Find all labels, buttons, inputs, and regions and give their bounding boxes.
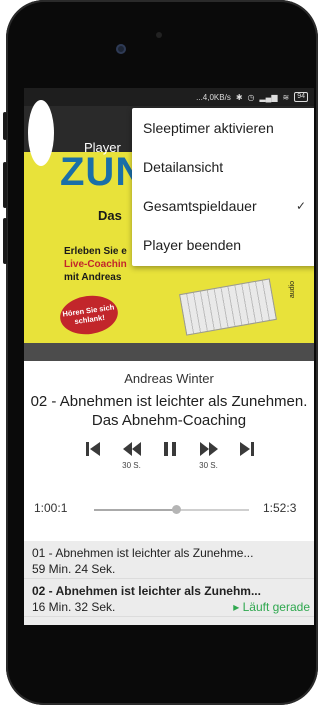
- cover-vertical-label: audio: [289, 280, 297, 299]
- menu-item-label: Gesamtspieldauer: [143, 197, 257, 214]
- cover-text-line: mit Andreas: [64, 272, 122, 283]
- divider-band: [24, 343, 314, 361]
- track-info: Andreas Winter 02 - Abnehmen ist leichte…: [24, 361, 314, 430]
- fast-forward-icon: [199, 442, 218, 456]
- playlist-item[interactable]: 01 - Abnehmen ist leichter als Zunehme..…: [24, 541, 314, 579]
- status-bar: ...4,0KB/s ✱ ◷ ▂▄▆ ≋ 94: [24, 88, 314, 106]
- cover-subtitle: Das: [98, 208, 122, 223]
- overflow-menu: Sleeptimer aktivieren Detailansicht Gesa…: [132, 108, 314, 266]
- previous-button[interactable]: [80, 439, 106, 479]
- playlist-item-active[interactable]: 02 - Abnehmen ist leichter als Zunehm...…: [24, 579, 314, 617]
- menu-item-gesamtspieldauer[interactable]: Gesamtspieldauer ✓: [132, 186, 314, 225]
- cover-text-line: Erleben Sie e: [64, 246, 127, 257]
- playback-controls: 30 S. 30 S.: [80, 439, 260, 479]
- rewind-button[interactable]: 30 S.: [119, 439, 145, 479]
- side-button[interactable]: [3, 162, 7, 208]
- menu-item-detailansicht[interactable]: Detailansicht: [132, 147, 314, 186]
- menu-item-label: Sleeptimer aktivieren: [143, 119, 274, 136]
- seek-thumb[interactable]: [172, 505, 182, 514]
- pause-icon: [164, 442, 176, 456]
- back-button[interactable]: [28, 100, 54, 166]
- wifi-icon: ≋: [282, 92, 290, 102]
- author-name: Andreas Winter: [124, 371, 214, 386]
- check-icon: ✓: [295, 198, 306, 213]
- screen: ZUN Das Erleben Sie e Live-Coachin mit A…: [24, 88, 314, 625]
- playlist: 01 - Abnehmen ist leichter als Zunehme..…: [24, 541, 314, 625]
- playlist-item-title: 02 - Abnehmen ist leichter als Zunehm...: [32, 584, 261, 598]
- total-time: 1:52:3: [263, 501, 297, 515]
- bluetooth-icon: ✱: [235, 92, 243, 102]
- menu-item-label: Player beenden: [143, 236, 242, 253]
- next-button[interactable]: [234, 439, 260, 479]
- earpiece: [156, 32, 162, 38]
- rewind-label: 30 S.: [122, 461, 141, 470]
- app-bar-title: Player: [84, 140, 121, 155]
- volume-button[interactable]: [3, 112, 7, 140]
- playlist-item-duration: 59 Min. 24 Sek.: [32, 562, 116, 576]
- measuring-tape-image: [179, 278, 277, 336]
- now-playing-status: ▸ Läuft gerade: [233, 600, 310, 614]
- alarm-icon: ◷: [247, 92, 255, 102]
- skip-next-icon: [240, 442, 254, 456]
- rewind-icon: [122, 442, 141, 456]
- phone-frame: ZUN Das Erleben Sie e Live-Coachin mit A…: [3, 0, 318, 705]
- current-time: 1:00:1: [34, 501, 68, 515]
- cover-badge: Hören Sie sich schlank!: [57, 292, 121, 338]
- seek-bar: 1:00:1 1:52:3: [24, 500, 314, 518]
- front-camera: [116, 44, 126, 54]
- cover-text-line: Live-Coachin: [64, 259, 127, 270]
- menu-item-player-beenden[interactable]: Player beenden: [132, 225, 314, 264]
- skip-previous-icon: [86, 442, 100, 456]
- track-title: 02 - Abnehmen ist leichter als Zunehmen.…: [30, 393, 308, 429]
- forward-button[interactable]: 30 S.: [196, 439, 222, 479]
- side-button[interactable]: [3, 218, 7, 264]
- menu-item-label: Detailansicht: [143, 158, 224, 175]
- seek-progress: [94, 509, 177, 511]
- network-speed: ...4,0KB/s: [196, 92, 231, 102]
- playlist-item-title: 01 - Abnehmen ist leichter als Zunehme..…: [32, 546, 254, 560]
- signal-icon: ▂▄▆: [259, 92, 278, 102]
- battery-indicator: 94: [294, 92, 308, 102]
- menu-item-sleeptimer[interactable]: Sleeptimer aktivieren: [132, 108, 314, 147]
- forward-label: 30 S.: [199, 461, 218, 470]
- pause-button[interactable]: [157, 439, 183, 479]
